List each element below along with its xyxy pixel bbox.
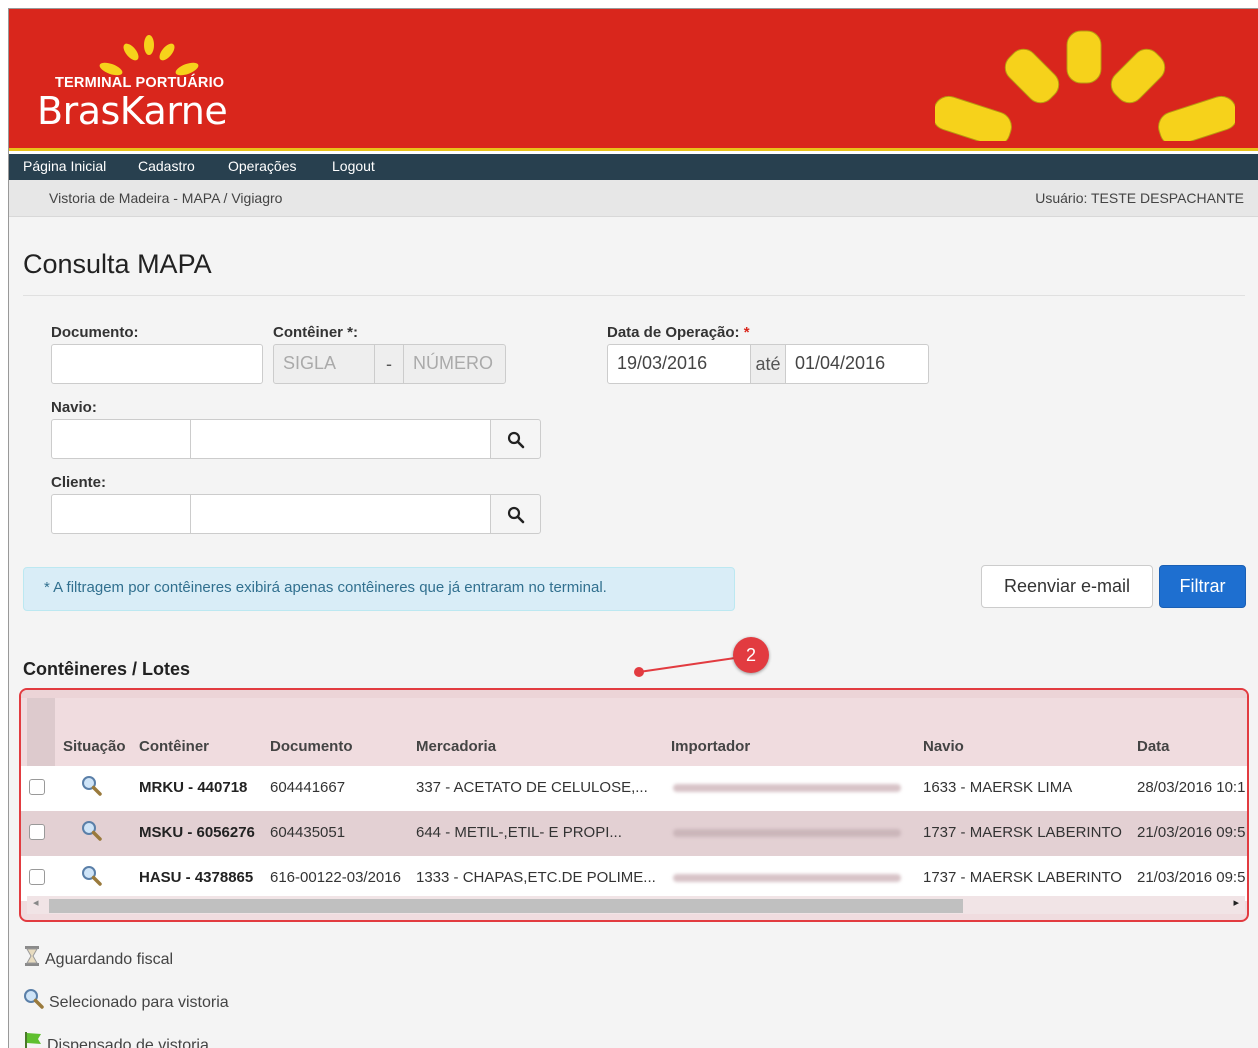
conteiner-label: Contêiner *: xyxy=(273,324,359,341)
date-to-input[interactable]: 01/04/2016 xyxy=(785,344,929,384)
cliente-search-button[interactable] xyxy=(490,494,541,534)
cliente-code-input[interactable] xyxy=(51,494,191,534)
horizontal-scrollbar[interactable]: ◂ ▸ xyxy=(27,896,1245,914)
scroll-right-arrow-icon[interactable]: ▸ xyxy=(1233,896,1239,909)
cell-data: 28/03/2016 10:1 xyxy=(1137,779,1246,796)
scrollbar-thumb[interactable] xyxy=(49,899,963,913)
section-title: Contêineres / Lotes xyxy=(23,659,191,679)
documento-label: Documento: xyxy=(51,324,139,341)
annotation-badge: 2 xyxy=(733,637,769,673)
annotation-pointer-icon xyxy=(634,657,736,677)
ate-addon: até xyxy=(750,344,786,384)
cell-documento: 616-00122-03/2016 xyxy=(270,869,401,886)
legend-item: Aguardando fiscal xyxy=(23,945,173,969)
cell-conteiner: MRKU - 440718 xyxy=(139,779,248,796)
header: TERMINAL PORTUÁRIO BrasKarne xyxy=(9,9,1258,151)
scroll-left-arrow-icon[interactable]: ◂ xyxy=(33,896,39,909)
nav-logout[interactable]: Logout xyxy=(332,158,375,174)
col-navio[interactable]: Navio xyxy=(923,738,964,755)
nav-operacoes[interactable]: Operações xyxy=(228,158,296,174)
cell-conteiner: MSKU - 6056276 xyxy=(139,824,255,841)
cell-mercadoria: 644 - METIL-,ETIL- E PROPI... xyxy=(416,824,622,841)
sigla-placeholder: SIGLA xyxy=(283,353,337,373)
row-checkbox[interactable] xyxy=(29,824,45,840)
col-documento[interactable]: Documento xyxy=(270,738,353,755)
user-label: Usuário: TESTE DESPACHANTE xyxy=(1035,190,1244,206)
cell-data: 21/03/2016 09:5 xyxy=(1137,824,1246,841)
col-situacao[interactable]: Situação xyxy=(63,738,126,755)
cell-documento: 604441667 xyxy=(270,779,346,796)
search-icon xyxy=(507,431,525,449)
numero-placeholder: NÚMERO xyxy=(413,353,493,373)
cell-navio: 1633 - MAERSK LIMA xyxy=(923,779,1073,796)
navio-search-button[interactable] xyxy=(490,419,541,459)
nav-cadastro[interactable]: Cadastro xyxy=(138,158,195,174)
breadcrumb: Vistoria de Madeira - MAPA / Vigiagro xyxy=(49,190,283,206)
hourglass-icon xyxy=(25,946,39,966)
col-data[interactable]: Data xyxy=(1137,738,1170,755)
cell-navio: 1737 - MAERSK LABERINTO xyxy=(923,869,1122,886)
main-content: Consulta MAPA Documento: Contêiner *: SI… xyxy=(9,217,1258,1048)
cell-importador-redacted xyxy=(673,874,901,882)
cell-documento: 604435051 xyxy=(270,824,346,841)
info-alert: * A filtragem por contêineres exibirá ap… xyxy=(23,567,735,611)
table-row[interactable]: MRKU - 440718 604441667 337 - ACETATO DE… xyxy=(21,766,1247,811)
sigla-input[interactable]: SIGLA xyxy=(273,344,375,384)
table-row[interactable]: MSKU - 6056276 604435051 644 - METIL-,ET… xyxy=(21,811,1247,856)
cell-conteiner: HASU - 4378865 xyxy=(139,869,254,886)
navio-label: Navio: xyxy=(51,399,97,416)
numero-input[interactable]: NÚMERO xyxy=(403,344,506,384)
containers-table: Situação Contêiner Documento Mercadoria … xyxy=(19,688,1249,922)
cell-mercadoria: 1333 - CHAPAS,ETC.DE POLIME... xyxy=(416,869,656,886)
top-nav: Página Inicial Cadastro Operações Logout xyxy=(9,154,1258,180)
cell-data: 21/03/2016 09:5 xyxy=(1137,869,1246,886)
navio-code-input[interactable] xyxy=(51,419,191,459)
cell-mercadoria: 337 - ACETATO DE CELULOSE,... xyxy=(416,779,648,796)
resend-email-button[interactable]: Reenviar e-mail xyxy=(981,565,1153,608)
row-checkbox[interactable] xyxy=(29,869,45,885)
col-importador[interactable]: Importador xyxy=(671,738,750,755)
logo-title: BrasKarne xyxy=(37,89,228,133)
filter-button[interactable]: Filtrar xyxy=(1159,565,1246,608)
cell-navio: 1737 - MAERSK LABERINTO xyxy=(923,824,1122,841)
divider xyxy=(23,295,1245,296)
cell-importador-redacted xyxy=(673,784,901,792)
select-all-column xyxy=(27,698,55,766)
magnifier-icon xyxy=(24,989,44,1009)
magnifier-icon xyxy=(82,776,102,796)
magnifier-icon xyxy=(82,866,102,886)
page-title: Consulta MAPA xyxy=(23,249,212,279)
cliente-label: Cliente: xyxy=(51,474,107,491)
table-row[interactable]: HASU - 4378865 616-00122-03/2016 1333 - … xyxy=(21,856,1247,901)
page: TERMINAL PORTUÁRIO BrasKarne Página Inic… xyxy=(8,8,1258,1048)
magnifier-icon xyxy=(82,821,102,841)
documento-input[interactable] xyxy=(51,344,263,384)
table-top-band xyxy=(21,690,1247,698)
cell-importador-redacted xyxy=(673,829,901,837)
cliente-name-input[interactable] xyxy=(190,494,491,534)
nav-pagina-inicial[interactable]: Página Inicial xyxy=(23,158,106,174)
flag-icon xyxy=(25,1032,41,1048)
sub-bar: Vistoria de Madeira - MAPA / Vigiagro Us… xyxy=(9,180,1258,217)
legend-item: Dispensado de vistoria xyxy=(23,1031,209,1048)
search-icon xyxy=(507,506,525,524)
col-mercadoria[interactable]: Mercadoria xyxy=(416,738,496,755)
legend-item: Selecionado para vistoria xyxy=(23,988,229,1012)
data-operacao-label: Data de Operação: * xyxy=(607,324,750,341)
row-checkbox[interactable] xyxy=(29,779,45,795)
navio-name-input[interactable] xyxy=(190,419,491,459)
conteiner-dash: - xyxy=(374,344,404,384)
col-conteiner[interactable]: Contêiner xyxy=(139,738,209,755)
date-from-input[interactable]: 19/03/2016 xyxy=(607,344,751,384)
sun-graphic-icon xyxy=(935,30,1235,141)
